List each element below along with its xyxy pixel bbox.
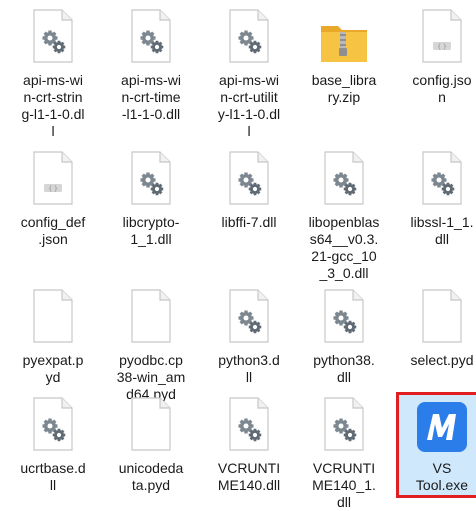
blank-file-icon — [105, 284, 197, 346]
file-name-label: api-ms-wi n-crt-strin g-l1-1-0.dl l — [21, 72, 85, 139]
svg-text:{ }: { } — [437, 44, 447, 51]
file-item[interactable]: libssl-1_1. dll — [396, 146, 476, 248]
dll-gear-icon — [7, 4, 99, 66]
file-item[interactable]: select.pyd — [396, 284, 476, 369]
file-item[interactable]: api-ms-wi n-crt-utilit y-l1-1-0.dl l — [203, 4, 295, 140]
file-item[interactable]: ucrtbase.d ll — [7, 392, 99, 494]
file-item[interactable]: unicodeda ta.pyd — [105, 392, 197, 494]
dll-gear-icon — [396, 146, 476, 208]
file-item[interactable]: api-ms-wi n-crt-time -l1-1-0.dll — [105, 4, 197, 123]
file-name-label: pyexpat.p yd — [22, 352, 84, 385]
file-name-label: python38. dll — [313, 352, 375, 385]
file-item[interactable]: VCRUNTI ME140_1. dll — [298, 392, 390, 511]
file-name-label: config_def .json — [20, 214, 86, 247]
file-item[interactable]: pyexpat.p yd — [7, 284, 99, 386]
file-item[interactable]: pyodbc.cp 38-win_am d64.pyd — [105, 284, 197, 403]
file-name-label: VCRUNTI ME140_1. dll — [312, 460, 376, 510]
file-item[interactable]: base_libra ry.zip — [298, 4, 390, 106]
dll-gear-icon — [203, 392, 295, 454]
dll-gear-icon — [203, 4, 295, 66]
blank-file-icon — [396, 284, 476, 346]
dll-gear-icon — [298, 146, 390, 208]
dll-gear-icon — [105, 146, 197, 208]
dll-gear-icon — [203, 284, 295, 346]
file-item[interactable]: { } config.jso n — [396, 4, 476, 106]
dll-gear-icon — [105, 4, 197, 66]
blank-file-icon — [105, 392, 197, 454]
file-name-label: VCRUNTI ME140.dll — [217, 460, 281, 493]
file-name-label: libopenblas s64__v0.3. 21-gcc_10 _3_0.dl… — [308, 214, 380, 281]
file-item[interactable]: libffi-7.dll — [203, 146, 295, 231]
json-file-icon: { } — [396, 4, 476, 66]
file-name-label: libffi-7.dll — [221, 214, 277, 230]
zip-folder-icon — [298, 4, 390, 66]
file-name-label: config.jso n — [412, 72, 472, 105]
file-item[interactable]: libcrypto- 1_1.dll — [105, 146, 197, 248]
file-name-label: libssl-1_1. dll — [410, 214, 474, 247]
file-item[interactable]: { } config_def .json — [7, 146, 99, 248]
file-item[interactable]: python3.d ll — [203, 284, 295, 386]
file-name-label: base_libra ry.zip — [311, 72, 377, 105]
file-name-label: ucrtbase.d ll — [20, 460, 86, 493]
file-name-label: api-ms-wi n-crt-time -l1-1-0.dll — [121, 72, 181, 122]
file-name-label: unicodeda ta.pyd — [118, 460, 184, 493]
blank-file-icon — [7, 284, 99, 346]
dll-gear-icon — [298, 284, 390, 346]
file-item[interactable]: VCRUNTI ME140.dll — [203, 392, 295, 494]
json-file-icon: { } — [7, 146, 99, 208]
file-name-label: select.pyd — [410, 352, 474, 368]
file-name-label: python3.d ll — [218, 352, 280, 385]
file-name-label: VS Tool.exe — [415, 460, 469, 493]
file-item[interactable]: VS Tool.exe — [396, 392, 476, 498]
file-name-label: libcrypto- 1_1.dll — [122, 214, 180, 247]
file-item[interactable]: api-ms-wi n-crt-strin g-l1-1-0.dl l — [7, 4, 99, 140]
svg-text:{ }: { } — [48, 186, 58, 193]
vs-tool-app-icon — [396, 392, 476, 454]
file-name-label: api-ms-wi n-crt-utilit y-l1-1-0.dl l — [217, 72, 281, 139]
dll-gear-icon — [203, 146, 295, 208]
file-item[interactable]: python38. dll — [298, 284, 390, 386]
file-item[interactable]: libopenblas s64__v0.3. 21-gcc_10 _3_0.dl… — [298, 146, 390, 282]
dll-gear-icon — [298, 392, 390, 454]
dll-gear-icon — [7, 392, 99, 454]
